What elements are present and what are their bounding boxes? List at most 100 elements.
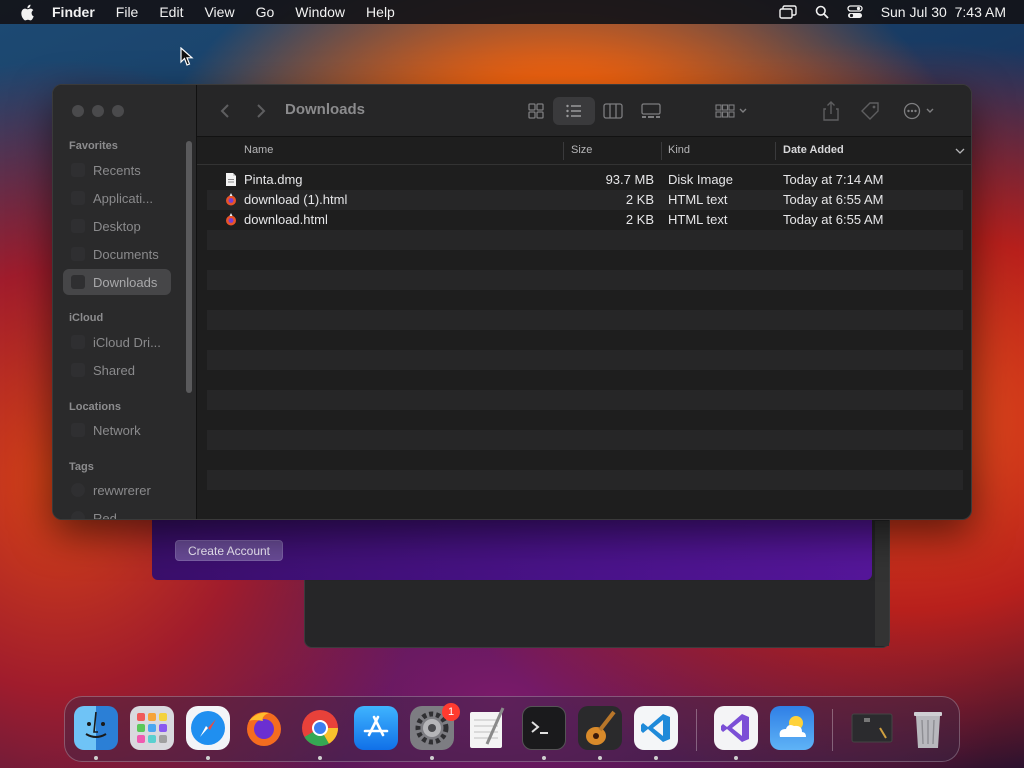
sidebar-section-icloud: iCloud: [69, 312, 104, 324]
sidebar-section-favorites: Favorites: [69, 140, 118, 152]
background-window-scrollbar[interactable]: [875, 521, 889, 646]
list-view-button[interactable]: [553, 97, 595, 125]
table-row[interactable]: download.html 2 KB HTML text Today at 6:…: [207, 210, 963, 230]
sidebar-section-locations: Locations: [69, 401, 121, 413]
control-center-icon[interactable]: [847, 5, 863, 19]
file-size: 2 KB: [625, 192, 654, 207]
file-date-added: Today at 7:14 AM: [783, 172, 884, 187]
more-actions-button[interactable]: [901, 99, 941, 123]
sidebar-item-tag-rewwrerer[interactable]: rewwrerer: [63, 477, 171, 503]
launchpad-dock-icon[interactable]: [130, 706, 174, 750]
chrome-dock-icon[interactable]: [298, 706, 342, 750]
screen-mirroring-icon[interactable]: [778, 5, 797, 19]
minimize-window-button[interactable]: [92, 105, 104, 117]
downloads-icon: [71, 275, 85, 289]
empty-row: [207, 290, 963, 310]
sidebar-item-shared[interactable]: Shared: [63, 357, 171, 383]
garageband-dock-icon[interactable]: [578, 706, 622, 750]
menu-window[interactable]: Window: [295, 4, 345, 20]
icon-view-button[interactable]: [525, 99, 547, 123]
sidebar-item-desktop[interactable]: Desktop: [63, 213, 171, 239]
app-store-dock-icon[interactable]: [354, 706, 398, 750]
menu-view[interactable]: View: [204, 4, 234, 20]
zoom-window-button[interactable]: [112, 105, 124, 117]
menu-edit[interactable]: Edit: [159, 4, 183, 20]
empty-row: [207, 350, 963, 370]
empty-row: [207, 410, 963, 430]
preview-window-dock-icon[interactable]: [850, 706, 894, 750]
close-window-button[interactable]: [72, 105, 84, 117]
empty-row: [207, 490, 963, 510]
textedit-dock-icon[interactable]: [466, 706, 510, 750]
running-indicator: [654, 756, 658, 760]
spotlight-search-icon[interactable]: [815, 5, 829, 19]
running-indicator: [430, 756, 434, 760]
sort-chevron-down-icon[interactable]: [955, 146, 965, 158]
icloud-drive-icon: [71, 335, 85, 349]
network-icon: [71, 423, 85, 437]
sidebar-item-applications[interactable]: Applicati...: [63, 185, 171, 211]
column-view-button[interactable]: [601, 99, 625, 123]
finder-sidebar: Favorites Recents Applicati... Desktop D…: [53, 85, 197, 519]
sidebar-item-downloads[interactable]: Downloads: [63, 269, 171, 295]
empty-row: [207, 250, 963, 270]
sidebar-item-tag-red[interactable]: Red: [63, 505, 171, 519]
mouse-cursor-icon: [180, 46, 194, 72]
share-icon[interactable]: [821, 99, 841, 123]
menu-help[interactable]: Help: [366, 4, 395, 20]
sidebar-item-label: Recents: [93, 162, 141, 178]
create-account-button[interactable]: Create Account: [175, 540, 283, 561]
empty-row: [207, 330, 963, 350]
table-row[interactable]: download (1).html 2 KB HTML text Today a…: [207, 190, 963, 210]
tag-dot-icon: [71, 483, 85, 497]
sidebar-item-label: Desktop: [93, 218, 141, 234]
weather-dock-icon[interactable]: [770, 706, 814, 750]
visual-studio-dock-icon[interactable]: [714, 706, 758, 750]
running-indicator: [94, 756, 98, 760]
file-date-added: Today at 6:55 AM: [783, 192, 884, 207]
sidebar-scrollbar[interactable]: [186, 141, 192, 393]
running-indicator: [318, 756, 322, 760]
empty-row: [207, 430, 963, 450]
column-divider[interactable]: [661, 142, 662, 160]
table-row[interactable]: Pinta.dmg 93.7 MB Disk Image Today at 7:…: [207, 170, 963, 190]
running-indicator: [542, 756, 546, 760]
file-list: Pinta.dmg 93.7 MB Disk Image Today at 7:…: [207, 170, 963, 510]
sidebar-item-documents[interactable]: Documents: [63, 241, 171, 267]
shared-folder-icon: [71, 363, 85, 377]
sidebar-section-tags: Tags: [69, 461, 94, 473]
finder-dock-icon[interactable]: [74, 706, 118, 750]
forward-button[interactable]: [253, 99, 269, 123]
back-button[interactable]: [217, 99, 233, 123]
recents-icon: [71, 163, 85, 177]
column-divider[interactable]: [775, 142, 776, 160]
column-header-name[interactable]: Name: [244, 144, 273, 156]
file-name: download.html: [244, 212, 328, 227]
menu-go[interactable]: Go: [256, 4, 275, 20]
column-header-size[interactable]: Size: [571, 144, 592, 156]
column-header-kind[interactable]: Kind: [668, 144, 690, 156]
column-divider[interactable]: [563, 142, 564, 160]
group-by-button[interactable]: [713, 99, 751, 123]
sidebar-item-label: Shared: [93, 362, 135, 378]
apple-icon[interactable]: [18, 3, 36, 21]
gallery-view-button[interactable]: [639, 99, 663, 123]
file-date-added: Today at 6:55 AM: [783, 212, 884, 227]
menu-file[interactable]: File: [116, 4, 139, 20]
vscode-dock-icon[interactable]: [634, 706, 678, 750]
terminal-dock-icon[interactable]: [522, 706, 566, 750]
safari-dock-icon[interactable]: [186, 706, 230, 750]
file-kind: HTML text: [668, 192, 728, 207]
sidebar-item-recents[interactable]: Recents: [63, 157, 171, 183]
menu-clock[interactable]: Sun Jul 30 7:43 AM: [881, 4, 1006, 20]
trash-dock-icon[interactable]: [906, 706, 950, 750]
sidebar-item-network[interactable]: Network: [63, 417, 171, 443]
menu-app-name[interactable]: Finder: [52, 4, 95, 20]
firefox-dock-icon[interactable]: [242, 706, 286, 750]
empty-row: [207, 230, 963, 250]
tag-icon[interactable]: [859, 99, 881, 123]
file-kind: HTML text: [668, 212, 728, 227]
column-header-date-added[interactable]: Date Added: [783, 144, 844, 156]
dock-separator: [696, 709, 697, 751]
sidebar-item-icloud-drive[interactable]: iCloud Dri...: [63, 329, 171, 355]
